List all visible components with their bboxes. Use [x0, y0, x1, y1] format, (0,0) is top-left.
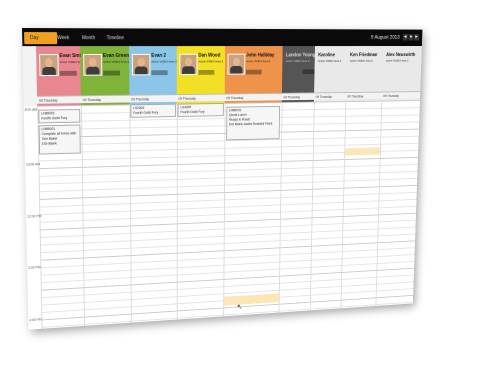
- resource-name: Alex Neuswirth: [386, 52, 416, 58]
- resource-subtitle: Active VIDEO Area 3: [246, 59, 271, 64]
- appointment-text: EIG Blank Jackie Roasted Fixed: [228, 121, 273, 127]
- resource-name: John Halliday: [246, 52, 275, 59]
- appointment-text: Fourth Guild Fury: [133, 110, 159, 115]
- time-slot-line: [38, 170, 418, 185]
- resource-subtitle: Active VIDEO Area 3: [285, 59, 310, 63]
- time-gutter-header: [22, 46, 38, 106]
- time-slot-line: [39, 198, 417, 216]
- column-divider: [223, 102, 226, 317]
- selected-slot[interactable]: [345, 147, 381, 156]
- calendar-window: Day Week Month Timeline 9 August 2013 ◄ …: [22, 28, 423, 330]
- column-date-label: 09 Thursday: [80, 94, 130, 104]
- resource-header: Evan SmithActive VIDEO Area 309 Thursday…: [22, 46, 422, 106]
- resource-action-button[interactable]: [59, 70, 77, 76]
- time-label: 12:00 PM: [27, 214, 42, 219]
- time-label: 2:00 PM: [28, 265, 41, 270]
- resource-subtitle: Active VIDEO Area 3: [349, 58, 373, 63]
- resource-subtitle: Active VIDEO Area 3: [385, 58, 409, 63]
- appointment-text: Fourth Guild Fury: [180, 109, 205, 115]
- appointment-card[interactable]: LS4005 Fourth Guild Fury: [177, 102, 224, 117]
- resource-action-button[interactable]: [103, 70, 120, 76]
- time-slot-line: [38, 177, 418, 193]
- tab-week[interactable]: Week: [51, 32, 75, 44]
- appointment-card[interactable]: LH89001 Quote Lunch Ready to Roast EIG Blan…: [226, 105, 281, 141]
- resource-name: Karoline: [318, 52, 336, 59]
- appointment-text: Fourth Guild Fury: [41, 116, 68, 121]
- column-divider: [129, 104, 132, 323]
- avatar: [83, 53, 103, 76]
- mouse-pointer-icon: ↖: [236, 302, 243, 312]
- next-day-button[interactable]: ►: [414, 34, 420, 41]
- column-divider: [309, 101, 315, 311]
- resource-subtitle: Active VIDEO Area 3: [59, 59, 82, 65]
- column-date-label: 09 Thursday: [37, 95, 81, 104]
- column-date-label: 09 Thursday: [129, 94, 177, 103]
- current-date-label: 9 August 2013: [370, 34, 400, 41]
- resource-name: Dan Wood: [198, 52, 221, 59]
- appointment-card[interactable]: LS2003 Fourth Guild Fury: [130, 103, 176, 118]
- column-date-label: 09 Thursday: [176, 93, 225, 102]
- calendar-toolbar: Day Week Month Timeline 9 August 2013 ◄ …: [22, 28, 423, 47]
- resource-name: Ken Friedman: [349, 52, 378, 59]
- today-button[interactable]: ●: [408, 34, 414, 41]
- column-divider: [81, 105, 85, 326]
- resource-action-button[interactable]: [302, 69, 316, 75]
- column-divider: [340, 101, 347, 309]
- appointment-text: EIG Blank: [41, 141, 57, 146]
- time-slot-line: [39, 184, 418, 200]
- tab-timeline[interactable]: Timeline: [101, 32, 130, 44]
- avatar: [39, 54, 59, 77]
- appointment-card[interactable]: LH89001 Fourth Guild Fury: [38, 108, 81, 124]
- schedule-grid[interactable]: 8:00 AM 10:00 AM 12:00 PM 2:00 PM 4:00 PM LH8…: [23, 100, 421, 330]
- column-divider: [412, 100, 421, 304]
- time-label: 10:00 AM: [25, 162, 41, 167]
- resource-action-button[interactable]: [151, 70, 168, 76]
- column-date-label: 09 Thursday: [281, 92, 315, 101]
- column-divider: [176, 103, 178, 320]
- resource-action-button[interactable]: [245, 69, 262, 75]
- resource-name: Evan Smith: [59, 53, 82, 60]
- resource-subtitle: Active VIDEO Area 3: [103, 59, 130, 64]
- avatar: [227, 53, 246, 75]
- avatar: [179, 53, 198, 75]
- column-date-label: 09 Thursday: [345, 91, 382, 100]
- column-divider: [375, 100, 383, 306]
- prev-day-button[interactable]: ◄: [402, 34, 408, 41]
- screenshot-stage: Day Week Month Timeline 9 August 2013 ◄ …: [0, 0, 484, 369]
- time-label: 8:00 AM: [24, 107, 38, 112]
- time-slot-line: [41, 301, 413, 328]
- column-date-label: 09 Thursday: [313, 92, 346, 100]
- appointment-card[interactable]: LH89001 Complete all forms with Tom Baker E…: [38, 124, 81, 155]
- resource-name: Evan 2: [151, 52, 166, 59]
- resource-name: Landon Young: [285, 52, 316, 59]
- resource-name: Evan Green: [102, 52, 129, 59]
- resource-subtitle: Active VIDEO Area 3: [151, 59, 177, 64]
- time-slot-line: [39, 191, 417, 208]
- time-label: 4:00 PM: [29, 317, 42, 323]
- resource-subtitle: Active VIDEO Area 3: [198, 59, 224, 64]
- tab-month[interactable]: Month: [76, 32, 101, 44]
- column-date-label: 09 Thursday: [381, 91, 421, 99]
- column-date-label: 09 Thursday: [224, 92, 282, 102]
- resource-action-button[interactable]: [198, 69, 215, 75]
- resource-subtitle: Active VIDEO Area 3: [318, 59, 342, 63]
- avatar: [131, 53, 151, 76]
